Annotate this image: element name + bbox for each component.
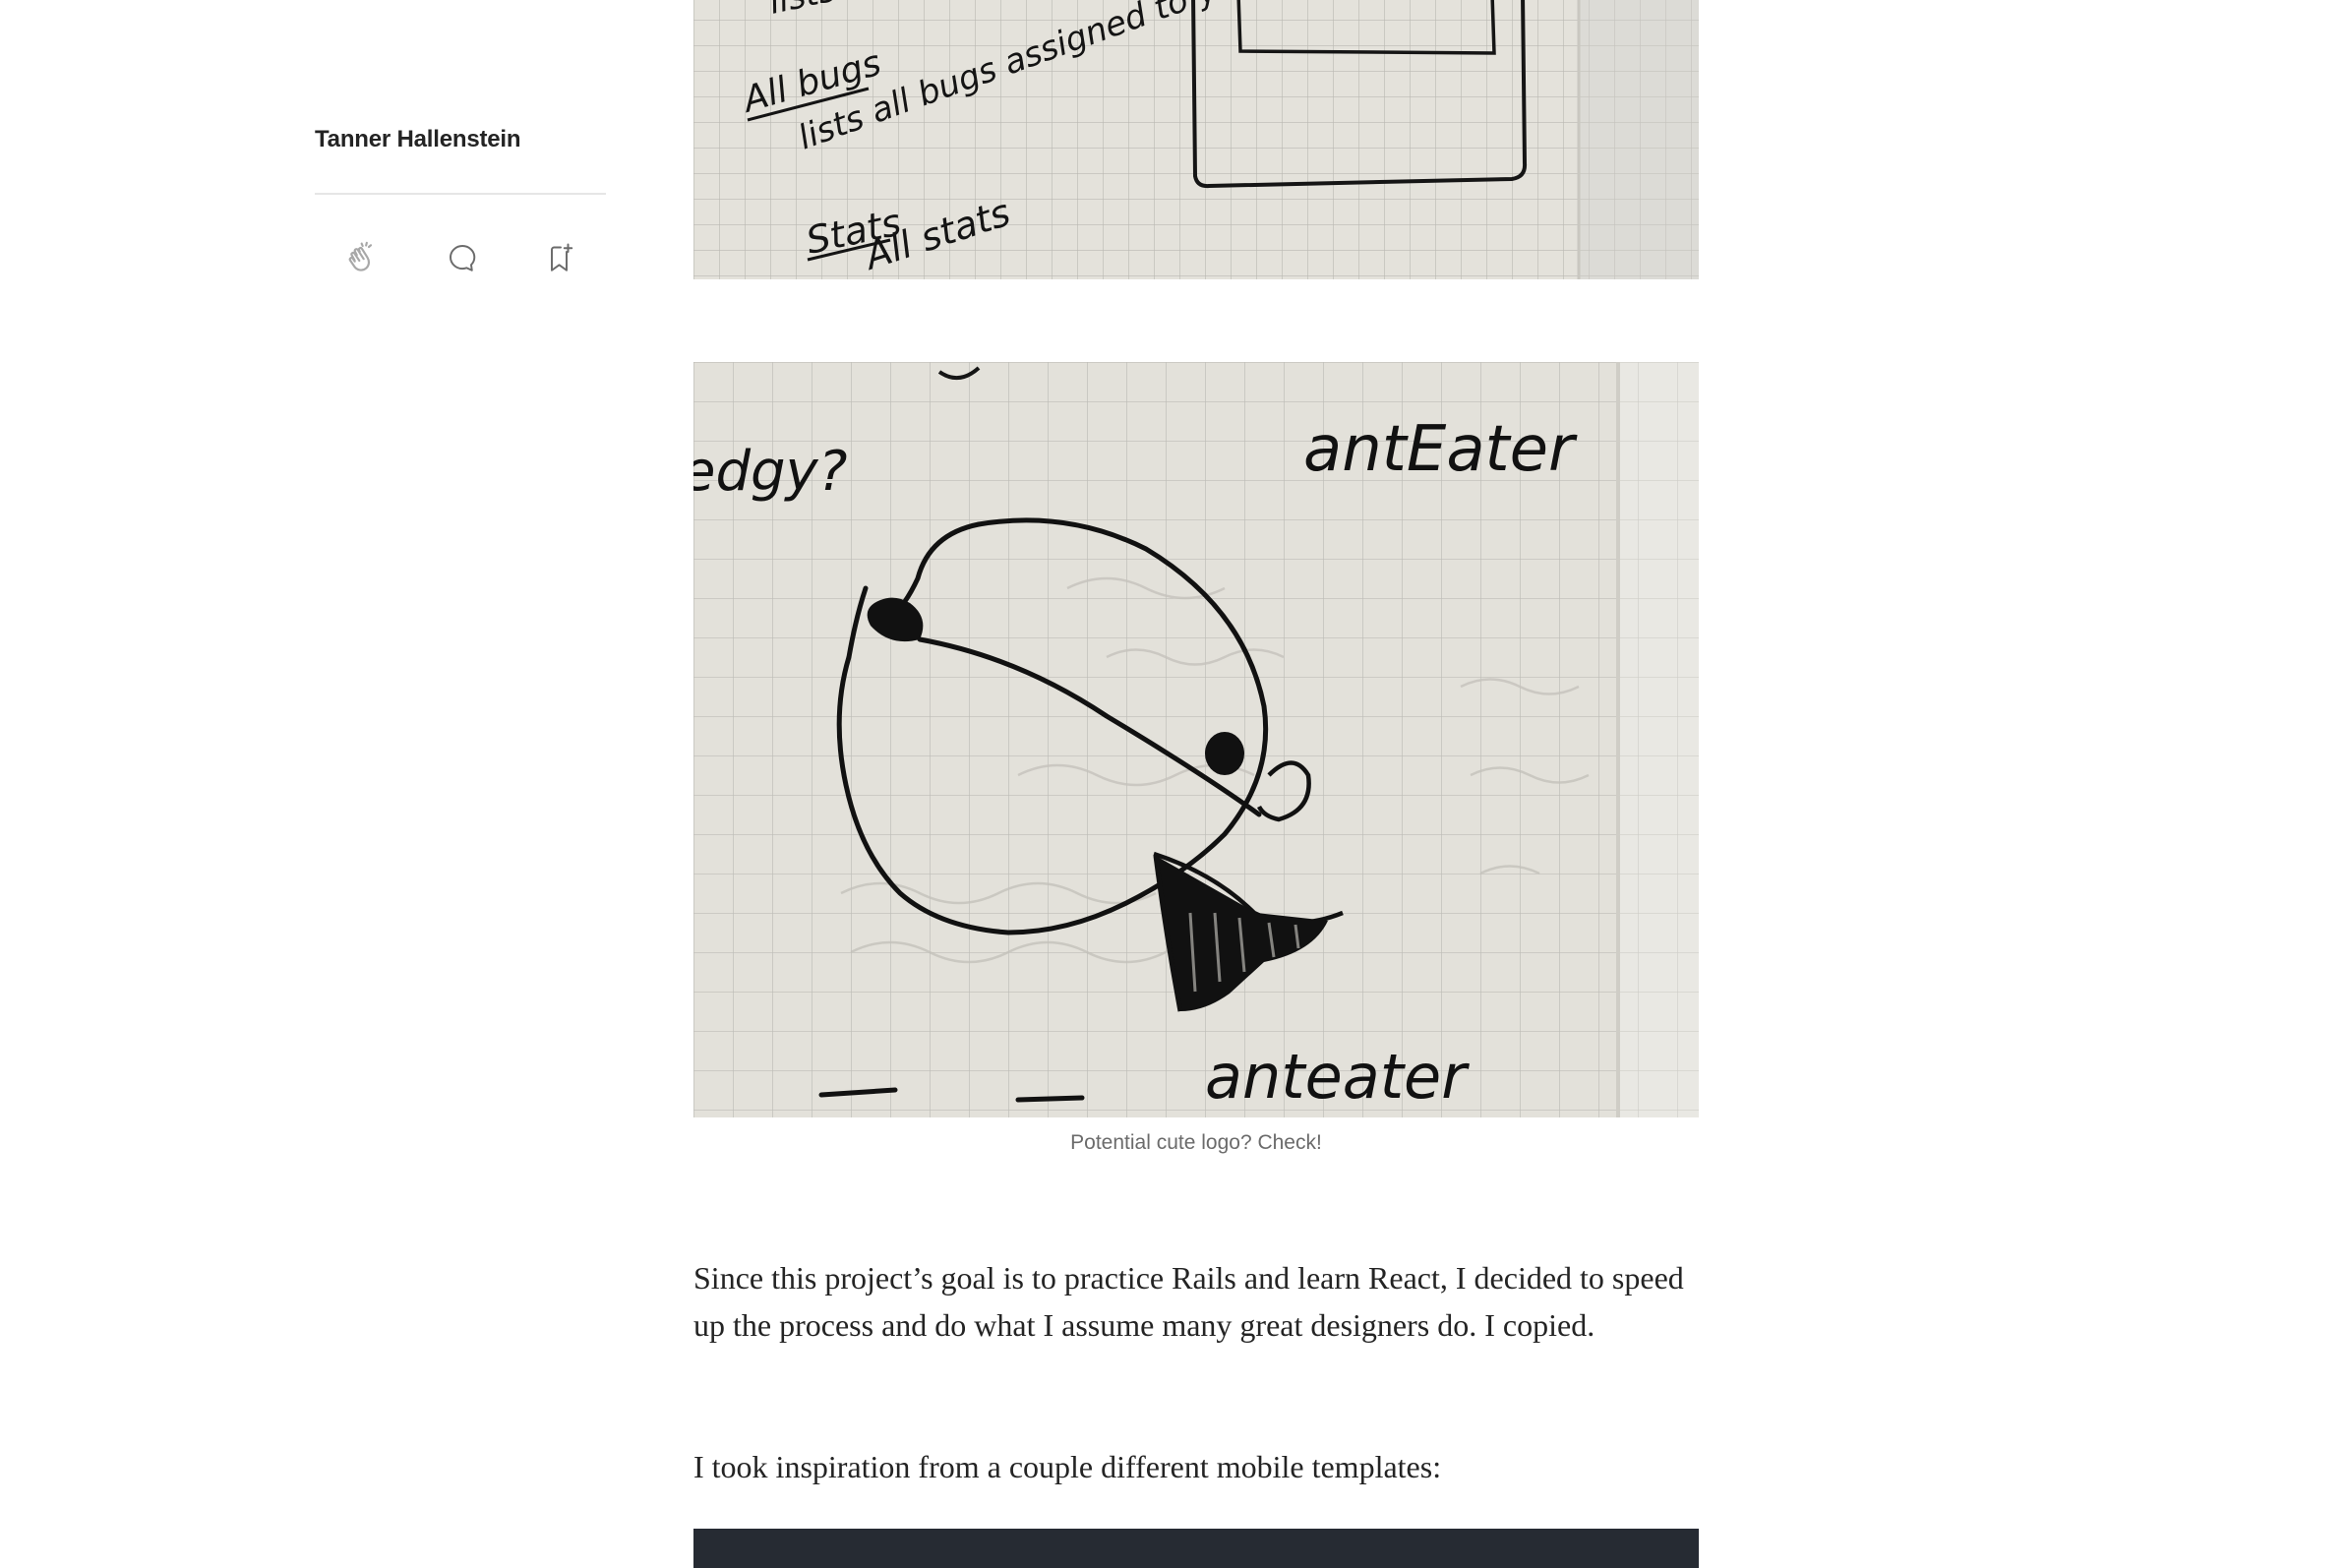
paragraph: I took inspiration from a couple differe… <box>693 1449 1442 1484</box>
clap-button[interactable] <box>342 238 382 277</box>
save-button[interactable] <box>543 240 578 275</box>
sketch-text-edgy: edgy? <box>693 440 847 504</box>
anteater-logo-drawing: edgy? antEater anteater <box>693 362 1699 1117</box>
notebook-sketch-image[interactable]: lists All bugs lists all bugs assigned t… <box>693 0 1699 279</box>
sketch-text-anteater-bottom: anteater <box>1205 1041 1470 1113</box>
mobile-templates-image[interactable] <box>693 1529 1699 1568</box>
paragraph: Since this project’s goal is to practice… <box>693 1260 1684 1343</box>
notebook-sketch-drawing: lists All bugs lists all bugs assigned t… <box>693 0 1699 279</box>
author-sidebar: Tanner Hallenstein <box>315 126 606 277</box>
sketch-text-anteater-top: antEater <box>1303 413 1578 486</box>
author-name[interactable]: Tanner Hallenstein <box>315 126 606 153</box>
sidebar-divider <box>315 193 606 195</box>
clap-icon <box>348 241 373 271</box>
anteater-logo-image[interactable]: edgy? antEater anteater <box>693 362 1699 1117</box>
bookmark-add-icon <box>551 243 573 271</box>
respond-button[interactable] <box>445 240 480 275</box>
image-caption: Potential cute logo? Check! <box>1070 1131 1322 1154</box>
comment-icon <box>450 245 476 271</box>
article-actions <box>315 238 606 277</box>
